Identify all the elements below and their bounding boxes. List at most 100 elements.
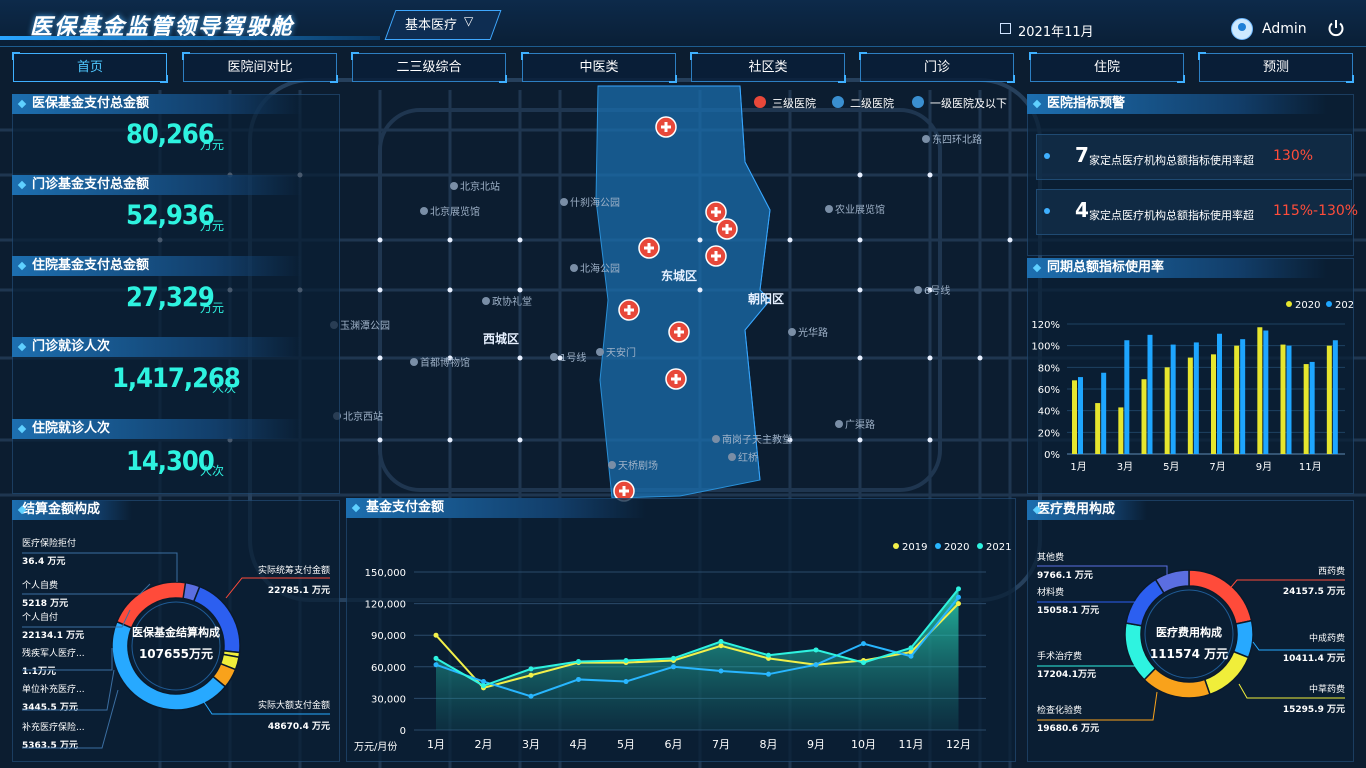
power-icon[interactable] <box>1327 19 1345 37</box>
tab-forecast[interactable]: 预测 <box>1198 52 1354 83</box>
donut-slice[interactable] <box>115 581 187 629</box>
bar[interactable] <box>1193 342 1199 454</box>
poi-icon <box>922 135 930 143</box>
bar[interactable] <box>1072 380 1077 454</box>
hospital-marker-icon[interactable] <box>668 321 690 343</box>
data-point[interactable] <box>671 664 676 670</box>
data-point[interactable] <box>956 594 961 600</box>
hospital-marker-icon[interactable] <box>705 245 727 267</box>
slice-value-label: 1.1万元 <box>22 666 56 677</box>
map-legend-label: 一级医院及以下 <box>930 96 1007 110</box>
road-node <box>857 287 863 293</box>
bar[interactable] <box>1303 364 1309 454</box>
hospital-marker-icon[interactable] <box>618 299 640 321</box>
y-tick-label: 90,000 <box>371 631 406 642</box>
bar[interactable] <box>1124 340 1130 454</box>
data-point[interactable] <box>481 683 486 689</box>
data-point[interactable] <box>576 659 581 665</box>
data-point[interactable] <box>766 671 771 677</box>
tab-outpatient[interactable]: 门诊 <box>859 52 1015 83</box>
map-place-label: 南岗子天主教堂 <box>722 433 792 446</box>
data-point[interactable] <box>908 653 914 659</box>
bar[interactable] <box>1332 340 1338 454</box>
alert-text: 家定点医疗机构总额指标使用率超 <box>1089 209 1254 222</box>
bar[interactable] <box>1078 377 1083 454</box>
data-point[interactable] <box>956 586 961 592</box>
bar[interactable] <box>1286 345 1292 454</box>
tab-tcm[interactable]: 中医类 <box>521 52 677 83</box>
bar[interactable] <box>1263 330 1269 455</box>
x-tick-label: 3月 <box>522 738 540 751</box>
user-name[interactable]: Admin <box>1262 21 1307 37</box>
tab-home[interactable]: 首页 <box>12 52 168 83</box>
bar[interactable] <box>1095 403 1101 454</box>
bar[interactable] <box>1240 339 1246 454</box>
bar[interactable] <box>1211 354 1216 454</box>
calendar-icon[interactable] <box>1000 23 1011 34</box>
bar[interactable] <box>1234 345 1240 454</box>
data-point[interactable] <box>528 666 534 672</box>
donut-slice[interactable] <box>1188 569 1253 625</box>
data-point[interactable] <box>623 657 629 663</box>
poi-icon <box>550 353 558 361</box>
district-label: 西城区 <box>483 331 519 346</box>
bar[interactable] <box>1164 367 1170 454</box>
bar[interactable] <box>1257 327 1263 454</box>
bar[interactable] <box>1141 379 1147 454</box>
date-label[interactable]: 2021年11月 <box>1018 21 1094 40</box>
donut-slice[interactable] <box>1143 667 1211 699</box>
hospital-marker-icon[interactable] <box>655 116 677 138</box>
data-point[interactable] <box>813 647 819 653</box>
usage-bar-chart[interactable]: 0% 20% 40% 60% 80% 100% 120% 1月 3月 5月 7月 9月 11月 2020 2… <box>1027 290 1354 480</box>
data-point[interactable] <box>766 652 771 658</box>
x-tick-label: 1月 <box>1070 461 1086 473</box>
bar[interactable] <box>1101 372 1107 454</box>
data-point[interactable] <box>908 645 914 651</box>
data-point[interactable] <box>528 693 534 699</box>
data-point[interactable] <box>433 632 439 638</box>
bar[interactable] <box>1280 344 1286 454</box>
bar[interactable] <box>1118 407 1124 454</box>
hospital-marker-icon[interactable] <box>716 218 738 240</box>
alert-count: 4 <box>1075 198 1089 222</box>
bar[interactable] <box>1326 345 1332 454</box>
fund-area-chart[interactable]: 0 30,000 60,000 90,000 120,000 150,000 1月 2月 3月 4… <box>346 524 1016 762</box>
bar[interactable] <box>1217 333 1222 454</box>
data-point[interactable] <box>576 676 581 682</box>
donut-slice[interactable] <box>192 585 241 654</box>
poi-icon <box>712 435 720 443</box>
tab-inpatient[interactable]: 住院 <box>1029 52 1185 83</box>
map-place-label: 天安门 <box>606 346 636 359</box>
avatar[interactable] <box>1231 18 1253 40</box>
hospital-marker-icon[interactable] <box>705 201 727 223</box>
tab-general[interactable]: 二三级综合 <box>351 52 507 83</box>
settlement-donut-chart[interactable]: 医保基金结算构成 107655万元 医疗保险拒付 36.4 万元个人自费 5218 万元… <box>12 520 340 762</box>
hospital-marker-icon[interactable] <box>665 368 687 390</box>
x-tick-label: 8月 <box>760 738 778 751</box>
data-point[interactable] <box>433 655 439 661</box>
data-point[interactable] <box>861 641 866 647</box>
poi-icon <box>728 453 736 461</box>
data-point[interactable] <box>623 679 629 685</box>
data-point[interactable] <box>956 601 961 607</box>
tab-community[interactable]: 社区类 <box>690 52 846 83</box>
data-point[interactable] <box>433 662 439 668</box>
bar[interactable] <box>1170 344 1176 454</box>
bar[interactable] <box>1309 361 1315 454</box>
data-point[interactable] <box>813 662 819 668</box>
donut-center-value: 107655万元 <box>139 647 213 661</box>
data-point[interactable] <box>861 660 866 666</box>
data-point[interactable] <box>528 672 534 678</box>
bar[interactable] <box>1187 357 1193 454</box>
chevron-down-icon[interactable]: ▽ <box>464 14 473 28</box>
module-select-label[interactable]: 基本医疗 <box>405 14 457 33</box>
bar[interactable] <box>1147 334 1153 454</box>
data-point[interactable] <box>718 639 724 645</box>
tab-hospital-compare[interactable]: 医院间对比 <box>182 52 338 83</box>
data-point[interactable] <box>671 655 676 661</box>
cost-donut-chart[interactable]: 医疗费用构成 111574 万元 西药费 24157.5 万元中成药费 10411.4 … <box>1027 520 1354 762</box>
hospital-marker-icon[interactable] <box>638 237 660 259</box>
poi-icon <box>410 358 418 366</box>
data-point[interactable] <box>718 668 724 674</box>
poi-icon <box>835 420 843 428</box>
